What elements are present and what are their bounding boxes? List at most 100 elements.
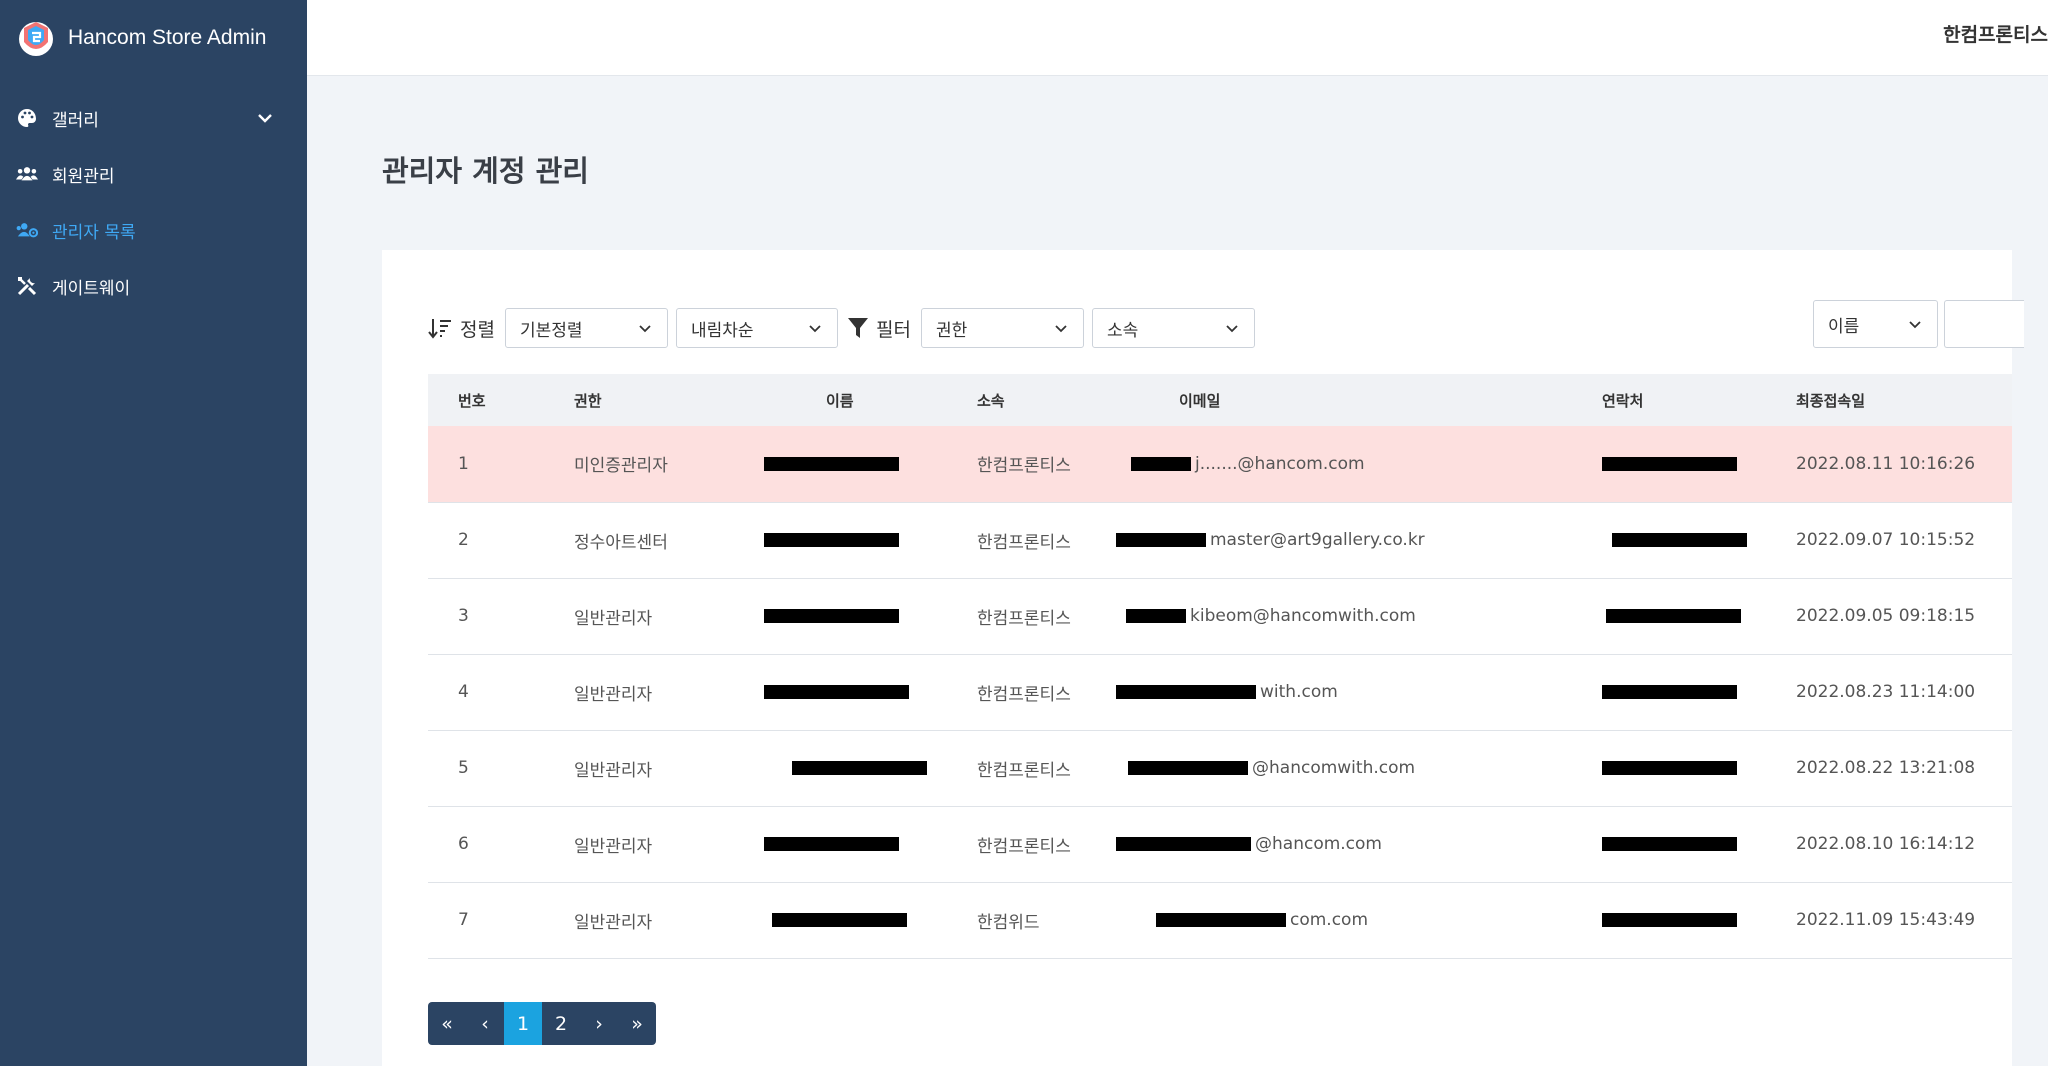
user-name[interactable]: 한컴프론티스 [1943, 20, 2048, 47]
cell-last-login: 2022.08.11 10:16:26 [1796, 453, 1976, 474]
search-input[interactable] [1944, 300, 2024, 348]
redacted-phone [1602, 685, 1737, 699]
col-header[interactable]: 연락처 [1556, 374, 1772, 426]
cell-role: 미인증관리자 [574, 456, 668, 477]
redacted-phone [1602, 837, 1737, 851]
sidebar-item-members[interactable]: 회원관리 [0, 146, 307, 202]
email-visible: @hancomwith.com [1252, 758, 1416, 778]
redacted-email [1126, 609, 1186, 623]
redacted-email [1116, 837, 1251, 851]
redacted-name [764, 837, 899, 851]
redacted-name [792, 761, 927, 775]
cell-phone [1556, 882, 1772, 958]
col-header[interactable]: 이메일 [1156, 374, 1556, 426]
page-title: 관리자 계정 관리 [382, 154, 589, 188]
page-prev-button[interactable]: ‹ [466, 1002, 504, 1045]
col-header[interactable]: 소속 [956, 374, 1156, 426]
toolbar: 정렬 기본정렬 내림차순 필터 권한 소속 [428, 308, 1263, 348]
table-header-row: 번호 권한 이름 소속 이메일 연락처 최종접속일 [428, 374, 2012, 426]
col-header[interactable]: 이름 [740, 374, 956, 426]
cell-phone [1556, 426, 1772, 502]
redacted-phone [1602, 456, 1737, 471]
cell-no: 3 [458, 606, 469, 626]
app-title: Hancom Store Admin [68, 26, 267, 49]
cell-email: j.......@hancom.com [1131, 426, 1556, 502]
search-area: 이름 [1813, 300, 2024, 348]
sort-select-value: 기본정렬 [519, 320, 583, 341]
logo-icon [19, 22, 53, 56]
col-header[interactable]: 번호 [428, 374, 540, 426]
cell-affiliation: 한컴위드 [977, 912, 1040, 933]
sidebar-item-label: 관리자 목록 [52, 222, 136, 243]
cell-no: 5 [458, 758, 469, 778]
cell-last-login: 2022.09.07 10:15:52 [1796, 530, 1976, 550]
redacted-name [764, 456, 899, 471]
table-row[interactable]: 6 일반관리자 한컴프론티스 @hancom.com 2022.08.10 16… [428, 806, 2012, 882]
cell-email: @hancom.com [1116, 806, 1556, 882]
col-header[interactable]: 최종접속일 [1772, 374, 2012, 426]
table-row[interactable]: 2 정수아트센터 한컴프론티스 master@art9gallery.co.kr… [428, 502, 2012, 578]
redacted-name [764, 609, 899, 623]
brand[interactable]: Hancom Store Admin [16, 18, 266, 58]
search-field-value: 이름 [1828, 316, 1860, 337]
cell-last-login: 2022.08.23 11:14:00 [1796, 682, 1976, 702]
cell-affiliation: 한컴프론티스 [977, 760, 1071, 781]
table-row[interactable]: 7 일반관리자 한컴위드 com.com 2022.11.09 15:43:49 [428, 882, 2012, 958]
cell-last-login: 2022.08.22 13:21:08 [1796, 758, 1976, 778]
tools-icon [16, 275, 38, 297]
page-first-button[interactable]: « [428, 1002, 466, 1045]
email-visible: with.com [1260, 682, 1338, 702]
cell-last-login: 2022.11.09 15:43:49 [1796, 910, 1976, 930]
cell-phone [1556, 578, 1772, 654]
affiliation-filter-value: 소속 [1106, 320, 1139, 341]
cell-role: 일반관리자 [574, 760, 653, 781]
auth-filter-select[interactable]: 권한 [920, 308, 1084, 348]
chevron-down-icon[interactable] [255, 108, 275, 128]
sidebar-item-admin-list[interactable]: 관리자 목록 [0, 202, 307, 258]
redacted-phone [1606, 609, 1741, 623]
filter-label-text: 필터 [875, 318, 911, 341]
cell-name [740, 882, 956, 958]
cell-role: 일반관리자 [574, 608, 653, 629]
table-row[interactable]: 1 미인증관리자 한컴프론티스 j.......@hancom.com 2022… [428, 426, 2012, 502]
admin-table: 번호 권한 이름 소속 이메일 연락처 최종접속일 1 미인증관리자 한컴프론티… [428, 374, 2012, 959]
redacted-phone [1602, 913, 1737, 927]
chevron-down-icon [1909, 321, 1921, 329]
page-button-1[interactable]: 1 [504, 1002, 542, 1045]
top-header: 한컴프론티스 [307, 0, 2048, 76]
chevron-down-icon [1226, 325, 1238, 333]
cell-phone [1556, 806, 1772, 882]
order-select[interactable]: 내림차순 [675, 308, 838, 348]
sidebar-item-gallery[interactable]: 갤러리 [0, 90, 307, 146]
cell-role: 일반관리자 [574, 684, 653, 705]
sidebar-item-label: 게이트웨이 [52, 278, 131, 299]
pagination: « ‹ 1 2 › » [428, 1002, 656, 1045]
chevron-down-icon [1055, 325, 1067, 333]
cell-phone [1556, 502, 1772, 578]
cell-phone [1556, 730, 1772, 806]
table-row[interactable]: 3 일반관리자 한컴프론티스 kibeom@hancomwith.com 202… [428, 578, 2012, 654]
page-button-2[interactable]: 2 [542, 1002, 580, 1045]
col-header[interactable]: 권한 [540, 374, 740, 426]
table-row[interactable]: 5 일반관리자 한컴프론티스 @hancomwith.com 2022.08.2… [428, 730, 2012, 806]
cell-email: @hancomwith.com [1128, 730, 1556, 806]
cell-name [740, 578, 956, 654]
chevron-down-icon [809, 325, 821, 333]
cell-email: com.com [1156, 882, 1556, 958]
affiliation-filter-select[interactable]: 소속 [1091, 308, 1255, 348]
users-icon [16, 163, 38, 185]
cell-affiliation: 한컴프론티스 [977, 456, 1071, 477]
page-next-button[interactable]: › [580, 1002, 618, 1045]
page-last-button[interactable]: » [618, 1002, 656, 1045]
redacted-name [764, 685, 909, 699]
table-row[interactable]: 4 일반관리자 한컴프론티스 with.com 2022.08.23 11:14… [428, 654, 2012, 730]
cell-phone [1556, 654, 1772, 730]
cell-name [740, 502, 956, 578]
sort-label: 정렬 [428, 315, 495, 342]
search-field-select[interactable]: 이름 [1813, 300, 1938, 348]
cell-role: 정수아트센터 [574, 532, 668, 553]
sidebar-item-gateway[interactable]: 게이트웨이 [0, 258, 307, 314]
sidebar-item-label: 회원관리 [52, 166, 115, 187]
cell-role: 일반관리자 [574, 836, 653, 857]
sort-select[interactable]: 기본정렬 [504, 308, 668, 348]
